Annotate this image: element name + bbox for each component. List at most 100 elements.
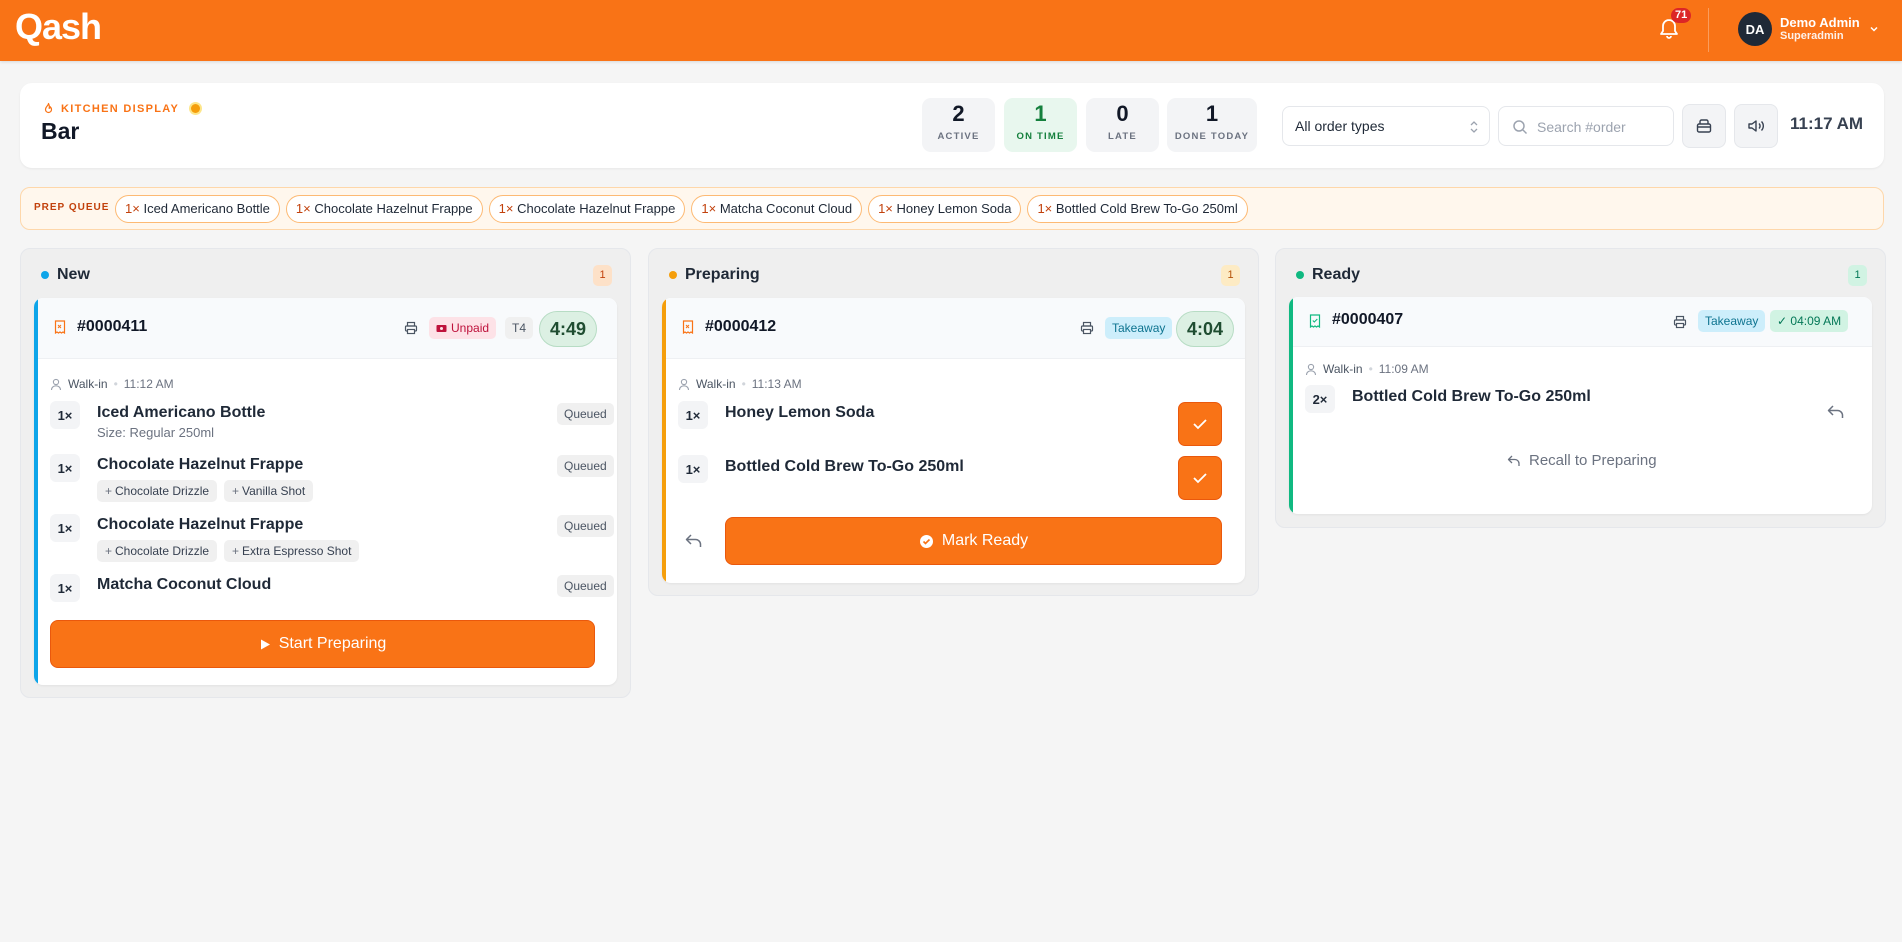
customer-name: Walk-in	[696, 377, 736, 391]
chip-name: Matcha Coconut Cloud	[719, 201, 853, 216]
user-name[interactable]: Demo Admin	[1780, 15, 1860, 30]
chip-qty: 1×	[701, 201, 717, 216]
chip-qty: 1×	[125, 201, 140, 216]
item-status-badge[interactable]: Queued	[557, 455, 614, 477]
stat-done-today: 1 DONE TODAY	[1167, 98, 1257, 152]
order-type-badge: Takeaway	[1698, 310, 1766, 332]
prep-queue-chip[interactable]: 1× Iced Americano Bottle	[115, 195, 280, 223]
item-status-badge[interactable]: Queued	[557, 575, 614, 597]
plus-icon: +	[105, 544, 113, 558]
recall-to-preparing-button[interactable]: Recall to Preparing	[1507, 452, 1657, 469]
column-header: Ready	[1296, 266, 1360, 284]
modifier-text: Chocolate Drizzle	[115, 544, 210, 558]
order-card[interactable]: #0000412 Takeaway 4:04 Walk-in • 11:13 A…	[662, 298, 1245, 583]
app-logo[interactable]: Qash	[15, 6, 102, 48]
chevron-down-icon[interactable]	[1868, 23, 1880, 35]
order-number: #0000411	[77, 318, 148, 335]
item-modifier: + Extra Espresso Shot	[224, 540, 360, 562]
mark-ready-button[interactable]: Mark Ready	[725, 517, 1222, 565]
prep-queue-bar: PREP QUEUE 1× Iced Americano Bottle 1× C…	[20, 187, 1884, 230]
order-card[interactable]: #0000411 Unpaid T4 4:49 Walk-in • 11:12 …	[34, 298, 617, 685]
item-name: Bottled Cold Brew To-Go 250ml	[725, 458, 964, 475]
item-name: Chocolate Hazelnut Frappe	[97, 516, 304, 533]
chip-qty: 1×	[1037, 201, 1053, 216]
play-icon	[259, 638, 271, 651]
item-done-checkbox[interactable]	[1178, 402, 1222, 446]
kitchen-display-label: KITCHEN DISPLAY	[42, 102, 201, 115]
cash-icon	[436, 324, 447, 333]
start-preparing-button[interactable]: Start Preparing	[50, 620, 595, 668]
order-meta: Walk-in • 11:13 AM	[678, 377, 802, 391]
modifier-text: Chocolate Drizzle	[115, 484, 210, 498]
column-count-badge: 1	[1221, 265, 1240, 286]
stat-on-time: 1 ON TIME	[1004, 98, 1077, 152]
user-icon	[50, 378, 62, 391]
payment-status-text: Unpaid	[451, 321, 490, 335]
item-name: Honey Lemon Soda	[725, 404, 875, 421]
item-qty: 1×	[50, 454, 80, 482]
item-status-badge[interactable]: Queued	[557, 515, 614, 537]
column-preparing: Preparing 1 #0000412 Takeaway 4:04 Walk-…	[648, 248, 1259, 596]
undo-icon[interactable]	[1826, 403, 1846, 421]
order-number: #0000412	[705, 318, 777, 335]
item-status-badge[interactable]: Queued	[557, 403, 614, 425]
printer-toggle-button[interactable]	[1682, 104, 1726, 148]
check-circle-icon	[919, 534, 934, 549]
user-avatar[interactable]: DA	[1738, 12, 1772, 46]
stat-active: 2 ACTIVE	[922, 98, 995, 152]
sound-toggle-button[interactable]	[1734, 104, 1778, 148]
undo-icon	[1507, 454, 1521, 468]
order-type-select[interactable]: All order types	[1282, 106, 1490, 146]
chip-qty: 1×	[295, 201, 311, 216]
meta-separator: •	[113, 377, 118, 391]
undo-icon[interactable]	[684, 532, 704, 550]
stat-value: 1	[1034, 101, 1047, 126]
plus-icon: +	[232, 544, 240, 558]
order-time: 11:12 AM	[123, 377, 174, 391]
column-title: Preparing	[685, 266, 760, 283]
order-timer: 4:49	[539, 311, 598, 347]
stat-value: 1	[1205, 101, 1219, 126]
item-qty: 1×	[50, 514, 80, 542]
prep-queue-chip[interactable]: 1× Chocolate Hazelnut Frappe	[285, 195, 483, 223]
meta-separator: •	[741, 377, 746, 391]
printer-icon[interactable]	[1080, 321, 1094, 335]
prep-queue-chip[interactable]: 1× Matcha Coconut Cloud	[691, 195, 863, 223]
item-qty: 1×	[678, 401, 708, 429]
divider	[1708, 8, 1709, 52]
order-card[interactable]: #0000407 Takeaway ✓ 04:09 AM Walk-in • 1…	[1289, 297, 1872, 514]
modifier-text: Vanilla Shot	[242, 484, 306, 498]
column-count-badge: 1	[593, 265, 612, 286]
station-title: Bar	[41, 118, 80, 144]
search-input[interactable]	[1537, 116, 1667, 138]
stat-value: 2	[952, 101, 965, 126]
select-arrows-icon	[1469, 118, 1479, 136]
item-qty: 1×	[678, 455, 708, 483]
item-qty: 1×	[50, 574, 80, 602]
status-dot	[41, 271, 49, 279]
item-modifier: + Chocolate Drizzle	[97, 480, 218, 502]
printer-icon[interactable]	[404, 321, 418, 335]
notification-count-badge: 71	[1671, 8, 1692, 23]
column-new: New 1 #0000411 Unpaid T4 4:49 Walk-in • …	[20, 248, 631, 698]
stat-value: 0	[1116, 101, 1129, 126]
prep-queue-chip[interactable]: 1× Bottled Cold Brew To-Go 250ml	[1027, 195, 1248, 223]
clock: 11:17 AM	[1790, 114, 1864, 133]
plus-icon: +	[105, 484, 113, 498]
prep-queue-chip[interactable]: 1× Honey Lemon Soda	[868, 195, 1022, 223]
printer-icon[interactable]	[1673, 315, 1687, 329]
order-search[interactable]	[1498, 106, 1674, 146]
item-done-checkbox[interactable]	[1178, 456, 1222, 500]
kitchen-display-text: KITCHEN DISPLAY	[61, 102, 180, 115]
order-timer: 4:04	[1176, 311, 1235, 347]
prep-queue-chip[interactable]: 1× Chocolate Hazelnut Frappe	[488, 195, 686, 223]
item-qty: 1×	[50, 401, 80, 429]
flame-icon	[42, 102, 55, 115]
plus-icon: +	[232, 484, 240, 498]
ready-time-badge: ✓ 04:09 AM	[1770, 310, 1849, 332]
item-name: Bottled Cold Brew To-Go 250ml	[1352, 388, 1591, 405]
order-type-value: All order types	[1295, 118, 1385, 134]
stat-late: 0 LATE	[1086, 98, 1159, 152]
meta-separator: •	[1368, 362, 1373, 376]
chip-qty: 1×	[878, 201, 893, 216]
